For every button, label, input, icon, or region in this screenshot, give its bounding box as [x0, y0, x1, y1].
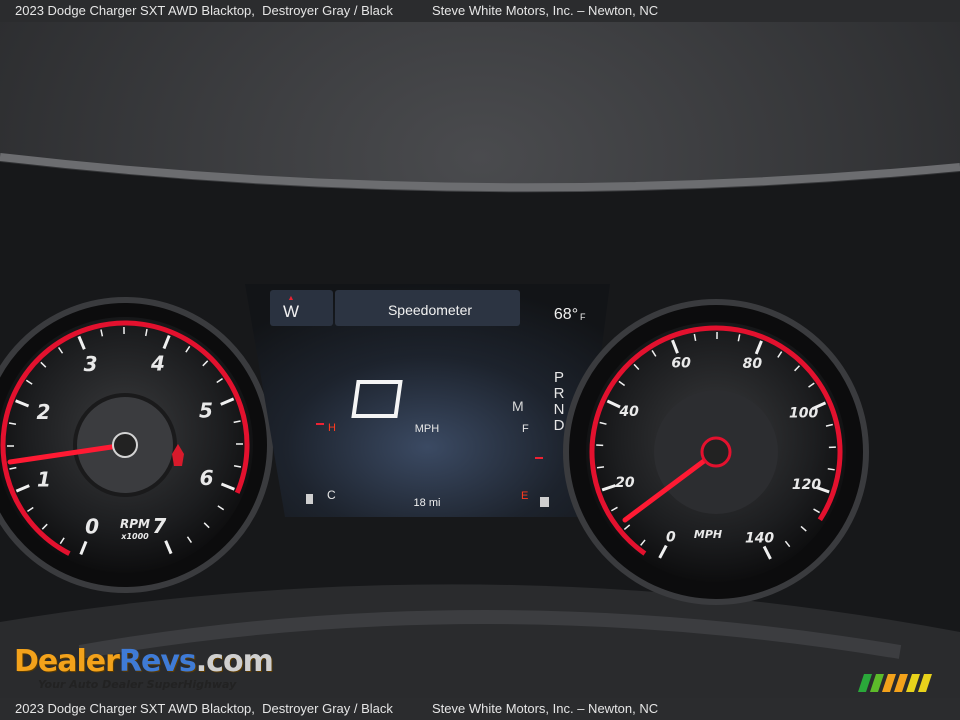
- gear-P: P: [554, 369, 564, 386]
- speedometer-tick: [827, 468, 835, 471]
- fuel-full-label: F: [522, 423, 529, 435]
- mode-indicator: M: [512, 398, 524, 414]
- watermark-stripes: [858, 674, 932, 692]
- tachometer-label: 0: [85, 515, 99, 539]
- compass-heading: W: [283, 302, 299, 321]
- display-title: Speedometer: [388, 302, 472, 318]
- coolant-high-label: H: [328, 422, 336, 434]
- speedometer-unit: MPH: [694, 528, 722, 541]
- compass-pointer-icon: ▲: [288, 295, 295, 302]
- tachometer-unit: RPM: [120, 517, 150, 531]
- odometer: 18 mi: [414, 497, 441, 509]
- gear-D: D: [554, 417, 565, 434]
- outside-temperature-unit: F: [580, 312, 586, 322]
- caption-dealer-bottom: Steve White Motors, Inc. – Newton, NC: [432, 701, 659, 716]
- speedometer-tick: [596, 466, 605, 469]
- fuel-gauge-tick: [535, 457, 543, 459]
- caption-dealer: Steve White Motors, Inc. – Newton, NC: [432, 3, 659, 18]
- speedometer-label: 140: [745, 530, 774, 546]
- watermark-brand-a: Dealer: [14, 644, 120, 679]
- dashboard-photo: 01234567 RPM x1000 W ▲ Speedometer 68° F…: [0, 22, 960, 698]
- coolant-gauge-tick: [316, 423, 324, 425]
- gear-R: R: [554, 385, 565, 402]
- caption-bar-top: 2023 Dodge Charger SXT AWD Blacktop, Des…: [0, 0, 960, 22]
- speedometer-needle-cap: [700, 436, 732, 468]
- fuel-empty-label: E: [521, 490, 528, 502]
- tachometer-needle-cap: [112, 432, 138, 458]
- gear-N: N: [554, 401, 565, 418]
- coolant-low-label: C: [327, 488, 336, 502]
- caption-bar-bottom: 2023 Dodge Charger SXT AWD Blacktop, Des…: [0, 698, 960, 720]
- speedometer-label: 80: [743, 356, 763, 372]
- speedometer-label: 40: [618, 404, 639, 420]
- center-display: W ▲ Speedometer 68° F 0 MPH PRND M 18 mi…: [245, 284, 610, 517]
- tachometer-label: 7: [152, 514, 166, 538]
- coolant-icon: [306, 494, 313, 504]
- watermark-brand-c: .com: [195, 644, 274, 679]
- gear-indicator: PRND: [554, 369, 565, 434]
- tachometer-label: 1: [37, 467, 51, 491]
- watermark-tagline: Your Auto Dealer SuperHighway: [38, 678, 237, 691]
- dealer-watermark: DealerRevs.com Your Auto Dealer SuperHig…: [14, 640, 274, 696]
- compass-box: [270, 290, 333, 326]
- speedometer-label: 0: [666, 530, 676, 546]
- fuel-pump-icon: [540, 497, 549, 507]
- tachometer-label: 5: [199, 399, 213, 423]
- tachometer-label: 4: [150, 351, 165, 375]
- caption-vehicle: 2023 Dodge Charger SXT AWD Blacktop, Des…: [15, 3, 393, 18]
- speedometer-label: 60: [671, 355, 691, 371]
- tachometer-label: 2: [36, 400, 50, 424]
- digital-speed-unit: MPH: [415, 423, 440, 435]
- caption-vehicle-bottom: 2023 Dodge Charger SXT AWD Blacktop, Des…: [15, 701, 393, 716]
- tachometer-multiplier: x1000: [120, 532, 149, 541]
- speedometer-label: 100: [789, 406, 818, 422]
- tachometer-label: 3: [84, 352, 98, 376]
- speedometer-label: 20: [615, 475, 635, 491]
- watermark-brand-b: Revs: [118, 644, 197, 679]
- speedometer-label: 120: [792, 477, 821, 493]
- tachometer-label: 6: [200, 466, 214, 490]
- outside-temperature: 68°: [554, 306, 578, 323]
